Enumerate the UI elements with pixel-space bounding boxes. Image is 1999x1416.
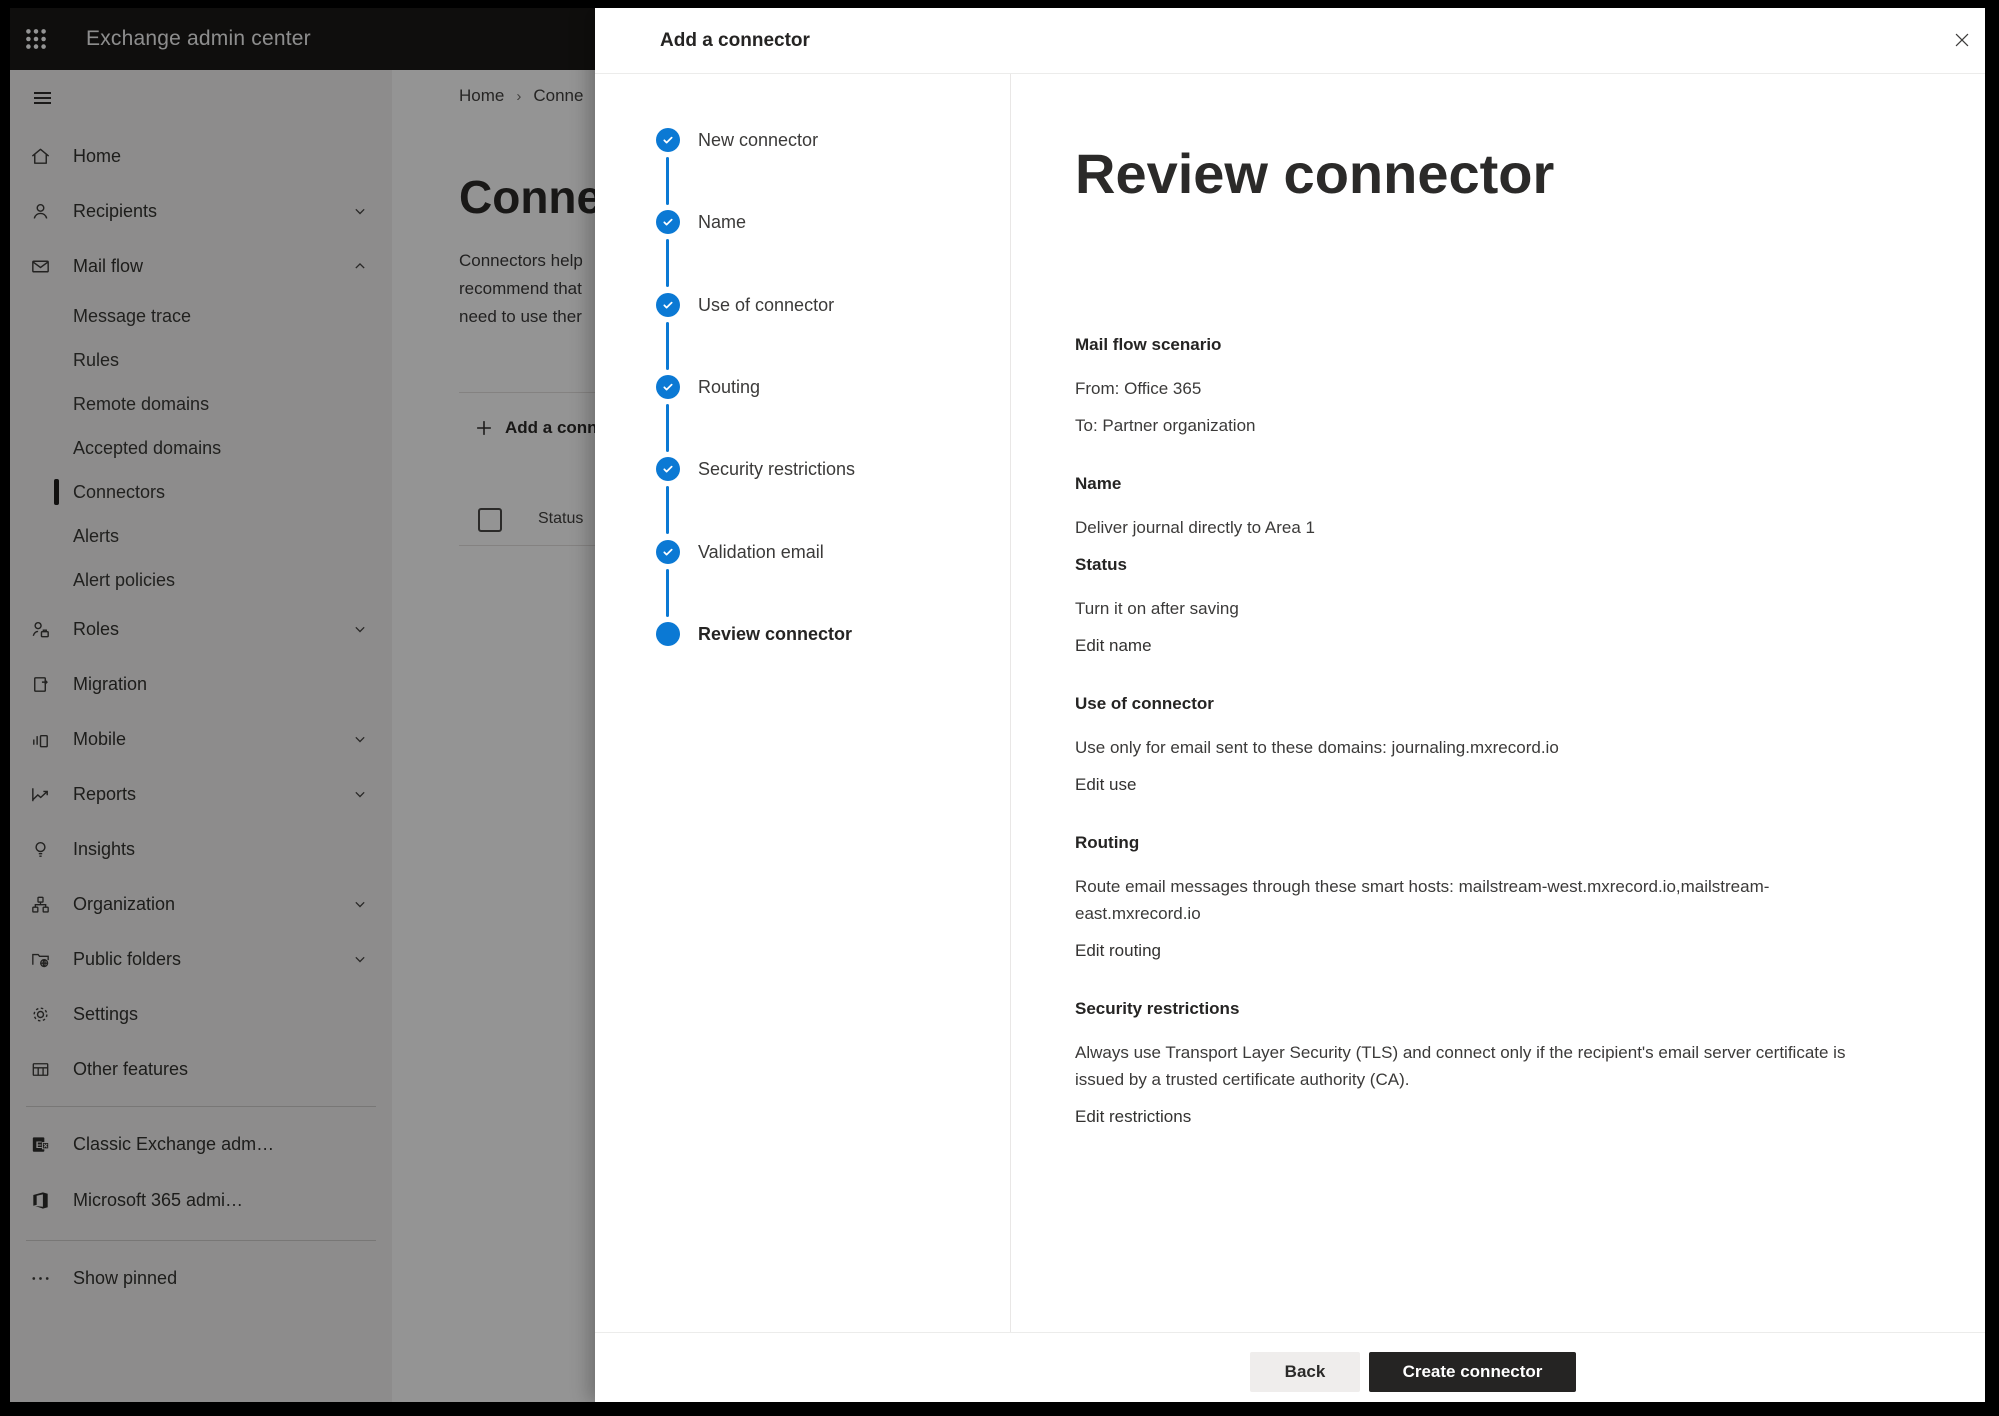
section-text: Route email messages through these smart… [1075,873,1850,927]
section-text: Use only for email sent to these domains… [1075,734,1850,761]
dialog-header: Add a connector [595,8,1985,74]
review-sections: Mail flow scenario From: Office 365 To: … [1075,331,1865,1130]
step-connector-line [666,569,669,617]
step-check-icon [656,293,680,317]
section-heading: Security restrictions [1075,995,1850,1022]
step-check-icon [656,375,680,399]
section-mail-flow-scenario: Mail flow scenario From: Office 365 To: … [1075,331,1850,439]
section-use-of-connector: Use of connector Use only for email sent… [1075,690,1850,798]
section-text: From: Office 365 [1075,375,1850,402]
step-connector-line [666,239,669,287]
step-review-connector[interactable]: Review connector [595,622,1010,646]
step-security-restrictions[interactable]: Security restrictions [595,457,1010,481]
step-active-dot [656,622,680,646]
edit-name-link[interactable]: Edit name [1075,632,1850,659]
back-button[interactable]: Back [1250,1352,1360,1392]
section-text: Turn it on after saving [1075,595,1850,622]
section-text: To: Partner organization [1075,412,1850,439]
step-use-of-connector[interactable]: Use of connector [595,293,1010,317]
close-icon[interactable] [1940,18,1984,62]
step-routing[interactable]: Routing [595,375,1010,399]
edit-use-link[interactable]: Edit use [1075,771,1850,798]
step-check-icon [656,540,680,564]
step-connector-line [666,322,669,370]
add-connector-dialog: Add a connector New connector [595,8,1985,1402]
step-check-icon [656,457,680,481]
section-routing: Routing Route email messages through the… [1075,829,1850,964]
section-text: Deliver journal directly to Area 1 [1075,514,1850,541]
review-heading: Review connector [1075,143,1865,205]
section-name: Name Deliver journal directly to Area 1 … [1075,470,1850,659]
screen: Exchange admin center Home Recipients Ma… [10,8,1985,1402]
dialog-footer: Back Create connector [595,1332,1985,1402]
section-heading: Mail flow scenario [1075,331,1850,358]
section-subheading: Status [1075,551,1850,578]
wizard-stepper: New connector Name Use of connector Rout… [595,74,1011,1333]
section-security-restrictions: Security restrictions Always use Transpo… [1075,995,1850,1130]
create-connector-button[interactable]: Create connector [1369,1352,1576,1392]
section-heading: Name [1075,470,1850,497]
edit-restrictions-link[interactable]: Edit restrictions [1075,1103,1850,1130]
step-name[interactable]: Name [595,210,1010,234]
section-heading: Use of connector [1075,690,1850,717]
step-new-connector[interactable]: New connector [595,128,1010,152]
step-check-icon [656,128,680,152]
edit-routing-link[interactable]: Edit routing [1075,937,1850,964]
dialog-body: New connector Name Use of connector Rout… [595,74,1985,1333]
step-connector-line [666,486,669,534]
section-heading: Routing [1075,829,1850,856]
dialog-title: Add a connector [660,8,810,73]
step-connector-line [666,157,669,205]
section-text: Always use Transport Layer Security (TLS… [1075,1039,1850,1093]
step-check-icon [656,210,680,234]
step-connector-line [666,404,669,452]
review-panel: Review connector Mail flow scenario From… [1011,74,1985,1333]
step-validation-email[interactable]: Validation email [595,540,1010,564]
